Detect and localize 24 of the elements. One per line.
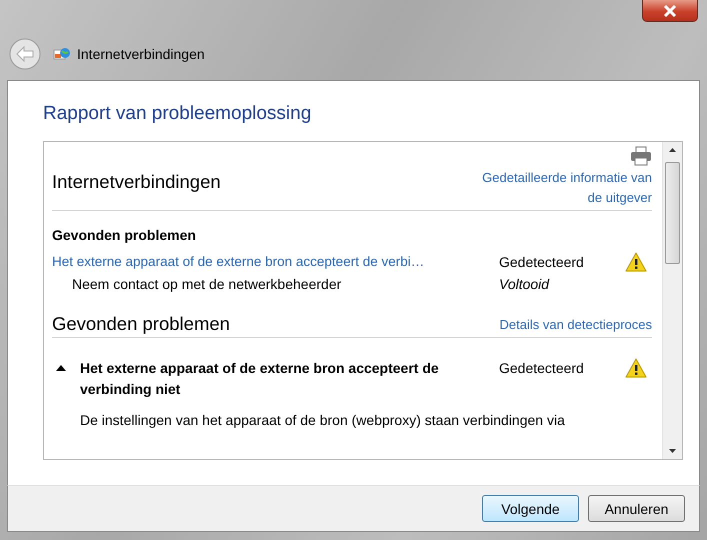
step-text: Neem contact op met de netwerkbeheerder — [71, 275, 342, 294]
print-icon[interactable] — [630, 146, 652, 166]
problem-description: De instellingen van het apparaat of de bron (webproxy) staan verbindingen via — [79, 412, 566, 428]
page-heading: Rapport van probleemoplossing — [43, 103, 312, 125]
step-status: Voltooid — [498, 275, 550, 294]
dialog-button[interactable]: Volgende — [482, 495, 579, 522]
back-button[interactable] — [9, 38, 41, 70]
network-globe-icon — [53, 46, 71, 62]
publisher-info-link[interactable]: Gedetailleerde informatie van de uitgever — [474, 168, 652, 208]
problem-title: Het externe apparaat of de externe bron accepteert de verbinding niet — [80, 359, 440, 399]
problem-status: Gedetecteerd — [498, 359, 585, 378]
collapse-icon[interactable] — [55, 364, 67, 372]
close-button[interactable] — [642, 0, 698, 22]
found-problems-heading: Gevonden problemen — [52, 227, 197, 243]
dialog-button[interactable]: Annuleren — [588, 495, 685, 522]
scrollbar[interactable] — [662, 142, 682, 459]
section-title: Internetverbindingen — [52, 171, 221, 193]
scroll-thumb[interactable] — [665, 162, 680, 264]
problem-status: Gedetecteerd — [498, 253, 585, 272]
close-icon — [662, 4, 678, 16]
problem-link[interactable]: Het externe apparaat of de externe bron accepteert de verbi… — [52, 252, 491, 272]
section-title: Gevonden problemen — [52, 313, 230, 335]
window-title: Internetverbindingen — [77, 46, 205, 62]
detection-details-link[interactable]: Details van detectieproces — [500, 315, 652, 335]
